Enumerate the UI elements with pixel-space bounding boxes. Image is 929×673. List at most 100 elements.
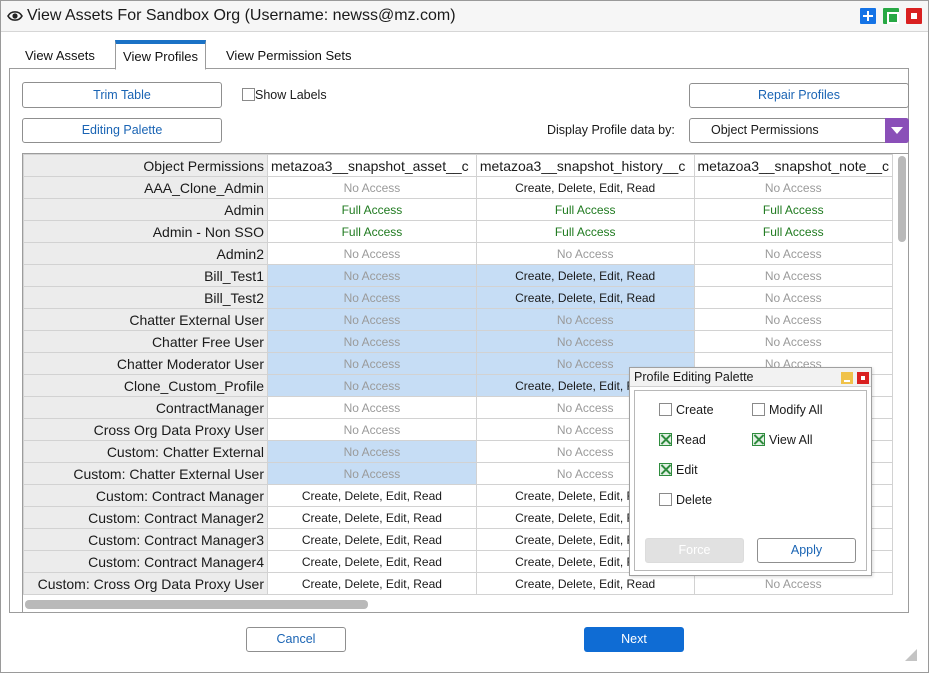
row-header[interactable]: Custom: Contract Manager3 bbox=[23, 528, 268, 551]
permission-cell[interactable]: Full Access bbox=[475, 220, 695, 243]
display-by-select[interactable]: Object Permissions bbox=[689, 118, 909, 143]
permission-cell[interactable]: No Access bbox=[266, 264, 477, 287]
permission-cell[interactable]: Full Access bbox=[475, 198, 695, 221]
resize-grip-icon[interactable] bbox=[905, 649, 917, 664]
read-option[interactable]: Read bbox=[659, 433, 706, 447]
close-icon[interactable] bbox=[857, 372, 869, 384]
permission-cell[interactable]: No Access bbox=[475, 242, 695, 265]
scroll-thumb[interactable] bbox=[25, 600, 368, 609]
repair-profiles-button[interactable]: Repair Profiles bbox=[689, 83, 909, 108]
tab-view-assets[interactable]: View Assets bbox=[17, 46, 103, 69]
checkbox-icon[interactable] bbox=[659, 403, 672, 416]
checked-checkbox-icon[interactable] bbox=[659, 433, 672, 446]
row-header[interactable]: Chatter Free User bbox=[23, 330, 268, 353]
permission-cell[interactable]: No Access bbox=[266, 462, 477, 485]
row-header[interactable]: Bill_Test1 bbox=[23, 264, 268, 287]
column-header[interactable]: metazoa3__snapshot_history__c bbox=[475, 154, 695, 177]
permission-cell[interactable]: No Access bbox=[266, 352, 477, 375]
row-header[interactable]: Admin bbox=[23, 198, 268, 221]
permission-cell[interactable]: No Access bbox=[266, 242, 477, 265]
trim-table-button[interactable]: Trim Table bbox=[22, 82, 222, 108]
permission-cell[interactable]: Full Access bbox=[266, 220, 477, 243]
permission-cell[interactable]: No Access bbox=[693, 264, 893, 287]
column-header[interactable]: metazoa3__snapshot_note__c bbox=[693, 154, 893, 177]
edit-option[interactable]: Edit bbox=[659, 463, 698, 477]
permission-cell[interactable]: Create, Delete, Edit, Read bbox=[266, 506, 477, 529]
maximize-icon[interactable] bbox=[860, 8, 876, 24]
permission-cell[interactable]: Create, Delete, Edit, Read bbox=[266, 528, 477, 551]
row-header[interactable]: ContractManager bbox=[23, 396, 268, 419]
force-button[interactable]: Force bbox=[645, 538, 744, 563]
checked-checkbox-icon[interactable] bbox=[752, 433, 765, 446]
permission-cell[interactable]: Create, Delete, Edit, Read bbox=[266, 572, 477, 595]
read-label: Read bbox=[676, 433, 706, 447]
column-header[interactable]: metazoa3__snapshot_asset__c bbox=[266, 154, 477, 177]
checkbox-icon[interactable] bbox=[752, 403, 765, 416]
checked-checkbox-icon[interactable] bbox=[659, 463, 672, 476]
row-header[interactable]: Custom: Chatter External User bbox=[23, 462, 268, 485]
row-header[interactable]: Custom: Contract Manager2 bbox=[23, 506, 268, 529]
view-all-label: View All bbox=[769, 433, 813, 447]
permission-cell[interactable]: Create, Delete, Edit, Read bbox=[266, 550, 477, 573]
permission-cell[interactable]: Create, Delete, Edit, Read bbox=[266, 484, 477, 507]
cancel-button[interactable]: Cancel bbox=[246, 627, 346, 652]
row-header[interactable]: Custom: Contract Manager4 bbox=[23, 550, 268, 573]
row-header[interactable]: Cross Org Data Proxy User bbox=[23, 418, 268, 441]
row-header[interactable]: Admin2 bbox=[23, 242, 268, 265]
permission-cell[interactable]: No Access bbox=[693, 242, 893, 265]
create-option[interactable]: Create bbox=[659, 403, 714, 417]
permission-cell[interactable]: Create, Delete, Edit, Read bbox=[475, 176, 695, 199]
corner-header[interactable]: Object Permissions bbox=[23, 154, 268, 177]
table-row: Bill_Test2 No Access Create, Delete, Edit,… bbox=[23, 286, 893, 309]
permission-cell[interactable]: No Access bbox=[266, 286, 477, 309]
row-header[interactable]: Clone_Custom_Profile bbox=[23, 374, 268, 397]
permission-cell[interactable]: Full Access bbox=[266, 198, 477, 221]
row-header[interactable]: Bill_Test2 bbox=[23, 286, 268, 309]
permission-cell[interactable]: No Access bbox=[266, 440, 477, 463]
permission-cell[interactable]: No Access bbox=[266, 418, 477, 441]
tab-view-permission-sets[interactable]: View Permission Sets bbox=[218, 46, 359, 69]
vertical-scrollbar[interactable] bbox=[896, 154, 908, 596]
chevron-down-icon[interactable] bbox=[885, 118, 909, 143]
permission-cell[interactable]: Create, Delete, Edit, Read bbox=[475, 286, 695, 309]
row-header[interactable]: Admin - Non SSO bbox=[23, 220, 268, 243]
restore-icon[interactable] bbox=[883, 8, 899, 24]
permission-cell[interactable]: No Access bbox=[693, 286, 893, 309]
permission-cell[interactable]: Full Access bbox=[693, 220, 893, 243]
permission-cell[interactable]: No Access bbox=[693, 308, 893, 331]
tab-view-profiles[interactable]: View Profiles bbox=[115, 40, 206, 70]
close-icon[interactable] bbox=[906, 8, 922, 24]
row-header[interactable]: Chatter External User bbox=[23, 308, 268, 331]
palette-title-bar[interactable]: Profile Editing Palette bbox=[630, 368, 871, 387]
editing-palette-button[interactable]: Editing Palette bbox=[22, 118, 222, 143]
permission-cell[interactable]: No Access bbox=[266, 330, 477, 353]
view-all-option[interactable]: View All bbox=[752, 433, 813, 447]
permission-cell[interactable]: Create, Delete, Edit, Read bbox=[475, 264, 695, 287]
minimize-icon[interactable] bbox=[841, 372, 853, 384]
permission-cell[interactable]: No Access bbox=[266, 396, 477, 419]
show-labels-checkbox[interactable]: Show Labels bbox=[242, 88, 327, 102]
row-header[interactable]: Custom: Contract Manager bbox=[23, 484, 268, 507]
delete-option[interactable]: Delete bbox=[659, 493, 712, 507]
eye-icon bbox=[7, 10, 23, 25]
checkbox-icon[interactable] bbox=[659, 493, 672, 506]
permission-cell[interactable]: No Access bbox=[475, 308, 695, 331]
scroll-thumb[interactable] bbox=[898, 156, 906, 242]
permission-cell[interactable]: No Access bbox=[266, 308, 477, 331]
permission-cell[interactable]: Full Access bbox=[693, 198, 893, 221]
next-button[interactable]: Next bbox=[584, 627, 684, 652]
horizontal-scrollbar[interactable] bbox=[23, 597, 893, 611]
permission-cell[interactable]: No Access bbox=[693, 330, 893, 353]
permission-cell[interactable]: No Access bbox=[266, 176, 477, 199]
permission-cell[interactable]: No Access bbox=[475, 330, 695, 353]
row-header[interactable]: AAA_Clone_Admin bbox=[23, 176, 268, 199]
modify-all-label: Modify All bbox=[769, 403, 823, 417]
row-header[interactable]: Chatter Moderator User bbox=[23, 352, 268, 375]
apply-button[interactable]: Apply bbox=[757, 538, 856, 563]
row-header[interactable]: Custom: Cross Org Data Proxy User bbox=[23, 572, 268, 595]
modify-all-option[interactable]: Modify All bbox=[752, 403, 823, 417]
row-header[interactable]: Custom: Chatter External bbox=[23, 440, 268, 463]
permission-cell[interactable]: No Access bbox=[693, 176, 893, 199]
permission-cell[interactable]: No Access bbox=[266, 374, 477, 397]
checkbox-icon[interactable] bbox=[242, 88, 255, 101]
